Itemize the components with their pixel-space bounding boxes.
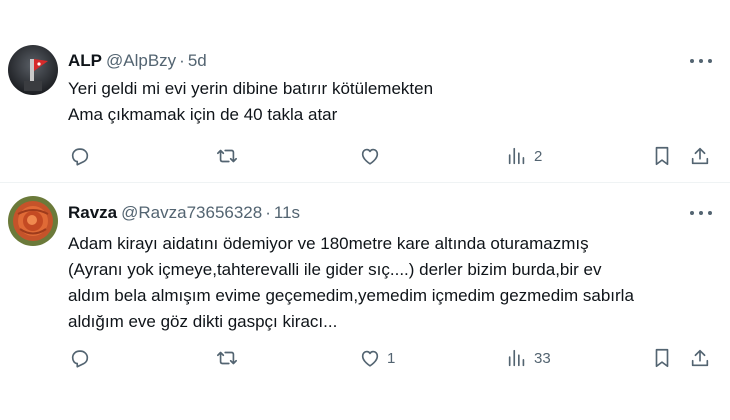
- retweet-icon: [217, 149, 237, 163]
- view-count: 2: [534, 147, 543, 165]
- retweet-button[interactable]: [215, 143, 239, 169]
- heart-icon: [361, 350, 379, 367]
- tweet-text: Adam kirayı aidatını ödemiyor ve 180metr…: [68, 231, 634, 335]
- tweet-text-line: (Ayranı yok içmeye,tahterevalli ile gide…: [68, 260, 602, 279]
- retweet-icon: [217, 351, 237, 365]
- tweet-text-line: Yeri geldi mi evi yerin dibine batırır k…: [68, 79, 434, 98]
- tweet-text-line: aldım bela almışım evime geçemedim,yemed…: [68, 286, 634, 305]
- like-button[interactable]: [359, 143, 387, 169]
- tweet-text-line: Adam kirayı aidatını ödemiyor ve 180metr…: [68, 234, 589, 253]
- share-button[interactable]: [689, 143, 711, 169]
- retweet-button[interactable]: [215, 345, 239, 371]
- timestamp[interactable]: 5d: [188, 51, 207, 70]
- avatar[interactable]: [8, 196, 58, 246]
- separator: ·: [179, 51, 185, 70]
- view-count: 33: [534, 349, 551, 367]
- author-handle[interactable]: @AlpBzy: [106, 51, 176, 70]
- bookmark-button[interactable]: [652, 143, 672, 169]
- author-name[interactable]: Ravza: [68, 203, 117, 222]
- heart-icon: [361, 148, 379, 165]
- separator: ·: [265, 203, 271, 222]
- reply-icon: [71, 148, 89, 166]
- timestamp[interactable]: 11s: [274, 203, 300, 222]
- share-icon: [691, 349, 709, 367]
- like-button[interactable]: 1: [359, 345, 395, 371]
- author-handle[interactable]: @Ravza73656328: [121, 203, 262, 222]
- bookmark-icon: [655, 146, 669, 166]
- author-name[interactable]: ALP: [68, 51, 102, 70]
- action-bar: 2: [0, 143, 730, 169]
- bookmark-button[interactable]: [652, 345, 672, 371]
- tweet-text: Yeri geldi mi evi yerin dibine batırır k…: [68, 76, 433, 128]
- reply-button[interactable]: [69, 345, 91, 371]
- action-bar: 1 33: [0, 345, 730, 371]
- tweet-header: Ravza @Ravza73656328 · 11s: [68, 203, 300, 223]
- like-count: 1: [387, 349, 396, 367]
- views-icon: [508, 147, 525, 165]
- tweet-text-line: Ama çıkmamak için de 40 takla atar: [68, 105, 338, 124]
- share-button[interactable]: [689, 345, 711, 371]
- views-icon: [508, 349, 525, 367]
- views-button[interactable]: 33: [506, 345, 551, 371]
- bookmark-icon: [655, 348, 669, 368]
- more-icon[interactable]: [690, 59, 712, 65]
- tweet[interactable]: Ravza @Ravza73656328 · 11s Adam kirayı aida…: [0, 183, 730, 420]
- share-icon: [691, 147, 709, 165]
- more-icon[interactable]: [690, 211, 712, 217]
- tweet-text-line: aldığım eve göz dikti gaspçı kiracı...: [68, 312, 338, 331]
- reply-button[interactable]: [69, 143, 91, 169]
- avatar[interactable]: [8, 45, 58, 95]
- tweet[interactable]: ALP @AlpBzy · 5d Yeri geldi mi evi yerin di…: [0, 0, 730, 182]
- reply-icon: [71, 350, 89, 368]
- tweet-header: ALP @AlpBzy · 5d: [68, 51, 207, 71]
- views-button[interactable]: 2: [506, 143, 542, 169]
